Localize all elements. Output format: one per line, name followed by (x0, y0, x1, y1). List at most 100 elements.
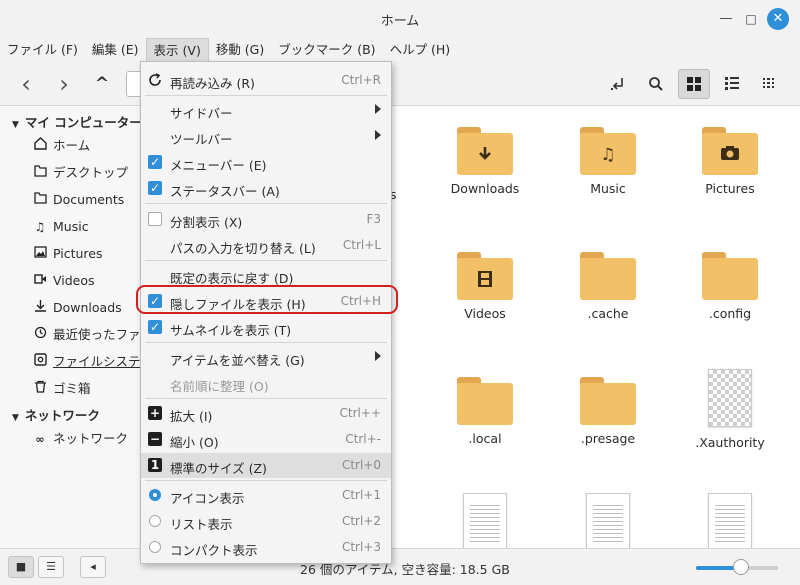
up-button[interactable]: ^ (86, 69, 118, 99)
folder-icon: ■ (15, 560, 27, 573)
places-pane-button[interactable]: ■ (8, 556, 34, 578)
sidebar-item-music[interactable]: ♫ Music (32, 217, 141, 237)
download-icon (457, 145, 513, 168)
list-icon (725, 77, 739, 90)
sidebar-item-filesystem[interactable]: ファイルシステム (32, 352, 141, 372)
radio-selected-icon (149, 489, 161, 501)
file-item-document[interactable] (548, 493, 668, 548)
reload-icon (148, 73, 162, 87)
image-file-icon (708, 369, 752, 427)
network-section-header[interactable]: ▼ ネットワーク (12, 405, 100, 424)
sidebar-item-desktop[interactable]: デスクトップ (32, 163, 141, 183)
back-icon: ‹ (21, 70, 31, 98)
music-note-icon: ♫ (600, 145, 616, 165)
tree-pane-button[interactable]: ☰ (38, 556, 64, 578)
file-item-pictures[interactable]: Pictures (670, 127, 790, 196)
menu-item-split-view[interactable]: 分割表示 (X) F3 (141, 207, 391, 232)
sidebar-item-recent[interactable]: 最近使ったファイル (32, 325, 141, 345)
menu-item-zoom-in[interactable]: + 拡大 (I) Ctrl++ (141, 401, 391, 426)
folder-icon (457, 252, 513, 300)
submenu-arrow-icon (375, 351, 381, 361)
trash-icon (32, 379, 48, 399)
pictures-icon (32, 244, 48, 264)
menu-item-statusbar[interactable]: ✓ ステータスバー (A) (141, 176, 391, 201)
file-item-music[interactable]: ♫ Music (548, 127, 668, 196)
sidebar-item-home[interactable]: ホーム (32, 136, 141, 156)
sidebar-item-documents[interactable]: Documents (32, 190, 141, 210)
menu-bookmarks[interactable]: ブックマーク (B) (271, 38, 382, 62)
sidebar-item-pictures[interactable]: Pictures (32, 244, 141, 264)
zoom-slider-handle[interactable] (733, 559, 750, 575)
file-item-document[interactable] (670, 493, 790, 548)
menu-item-zoom-out[interactable]: − 縮小 (O) Ctrl+- (141, 427, 391, 452)
menu-item-arrange-by-name: 名前順に整理 (O) (170, 379, 269, 394)
checkbox-checked-icon: ✓ (148, 320, 162, 334)
recent-icon (32, 325, 48, 345)
menu-item-toggle-path[interactable]: パスの入力を切り替え (L) Ctrl+L (141, 233, 391, 258)
path-toggle-icon (611, 78, 623, 90)
sidebar-item-trash[interactable]: ゴミ箱 (32, 379, 141, 399)
collapse-triangle-icon: ▼ (12, 413, 19, 423)
minimize-button[interactable]: — (716, 9, 736, 29)
window-title: ホーム (380, 14, 420, 29)
menu-item-sort-items[interactable]: アイテムを並べ替え (G) (141, 345, 391, 370)
menu-file[interactable]: ファイル (F) (0, 38, 85, 62)
text-file-icon (586, 493, 630, 548)
menu-go[interactable]: 移動 (G) (209, 38, 271, 62)
menu-edit[interactable]: 編集 (E) (85, 38, 146, 62)
desktop-icon (32, 163, 48, 183)
file-item-presage[interactable]: .presage (548, 377, 668, 446)
maximize-button[interactable]: □ (741, 9, 761, 29)
menu-item-compact-view[interactable]: コンパクト表示 Ctrl+3 (141, 535, 391, 560)
menu-item-reload[interactable]: 再読み込み (R) Ctrl+R (141, 68, 391, 93)
checkbox-checked-icon: ✓ (148, 181, 162, 195)
folder-icon (457, 377, 513, 425)
file-item-xauthority[interactable]: .Xauthority (670, 369, 790, 450)
menu-view[interactable]: 表示 (V) (145, 38, 209, 62)
up-icon: ^ (94, 74, 110, 94)
file-item-config[interactable]: .config (670, 252, 790, 321)
sidebar-item-downloads[interactable]: Downloads (32, 298, 141, 318)
folder-icon (580, 377, 636, 425)
checkbox-unchecked-icon (148, 212, 162, 226)
sidebar-item-videos[interactable]: Videos (32, 271, 141, 291)
highlight-annotation (136, 285, 398, 314)
menu-item-sidebar[interactable]: サイドバー (141, 98, 391, 123)
menu-item-icon-view[interactable]: アイコン表示 Ctrl+1 (141, 483, 391, 508)
close-button[interactable]: ✕ (767, 8, 789, 30)
file-item-local[interactable]: .local (425, 377, 545, 446)
menu-item-list-view[interactable]: リスト表示 Ctrl+2 (141, 509, 391, 534)
normal-size-icon: 1 (148, 458, 162, 472)
text-file-icon (463, 493, 507, 548)
menu-item-show-thumbnails[interactable]: ✓ サムネイルを表示 (T) (141, 315, 391, 340)
hide-sidebar-button[interactable]: ◂ (80, 556, 106, 578)
path-toggle-button[interactable] (602, 69, 634, 99)
menu-help[interactable]: ヘルプ (H) (383, 38, 458, 62)
downloads-icon (32, 298, 48, 318)
file-item-cache[interactable]: .cache (548, 252, 668, 321)
search-button[interactable] (640, 69, 672, 99)
folder-icon (702, 252, 758, 300)
status-bar: ■ ☰ ◂ 26 個のアイテム, 空き容量: 18.5 GB (0, 548, 800, 585)
folder-icon: ♫ (580, 127, 636, 175)
submenu-arrow-icon (375, 104, 381, 114)
file-item-downloads[interactable]: Downloads (425, 127, 545, 196)
compact-view-button[interactable] (754, 69, 786, 99)
sidebar: ▼ マイ コンピューター ホーム デスクトップ Documents ♫ Music … (0, 107, 142, 548)
camera-icon (702, 145, 758, 166)
sidebar-item-network[interactable]: ∞ ネットワーク (32, 429, 141, 449)
submenu-arrow-icon (375, 130, 381, 140)
back-button[interactable]: ‹ (10, 69, 42, 99)
file-item-document[interactable] (425, 493, 545, 548)
menu-item-toolbar[interactable]: ツールバー (141, 124, 391, 149)
text-file-icon (708, 493, 752, 548)
icon-view-button[interactable] (678, 69, 710, 99)
compact-icon (763, 78, 774, 88)
menu-item-menubar[interactable]: ✓ メニューバー (E) (141, 150, 391, 175)
forward-button[interactable]: › (48, 69, 80, 99)
menu-item-normal-size[interactable]: 1 標準のサイズ (Z) Ctrl+0 (141, 453, 391, 478)
file-item-videos[interactable]: Videos (425, 252, 545, 321)
list-view-button[interactable] (716, 69, 748, 99)
sidebar-toggle-icon: ◂ (90, 560, 96, 573)
computer-section-header[interactable]: ▼ マイ コンピューター (12, 112, 142, 131)
